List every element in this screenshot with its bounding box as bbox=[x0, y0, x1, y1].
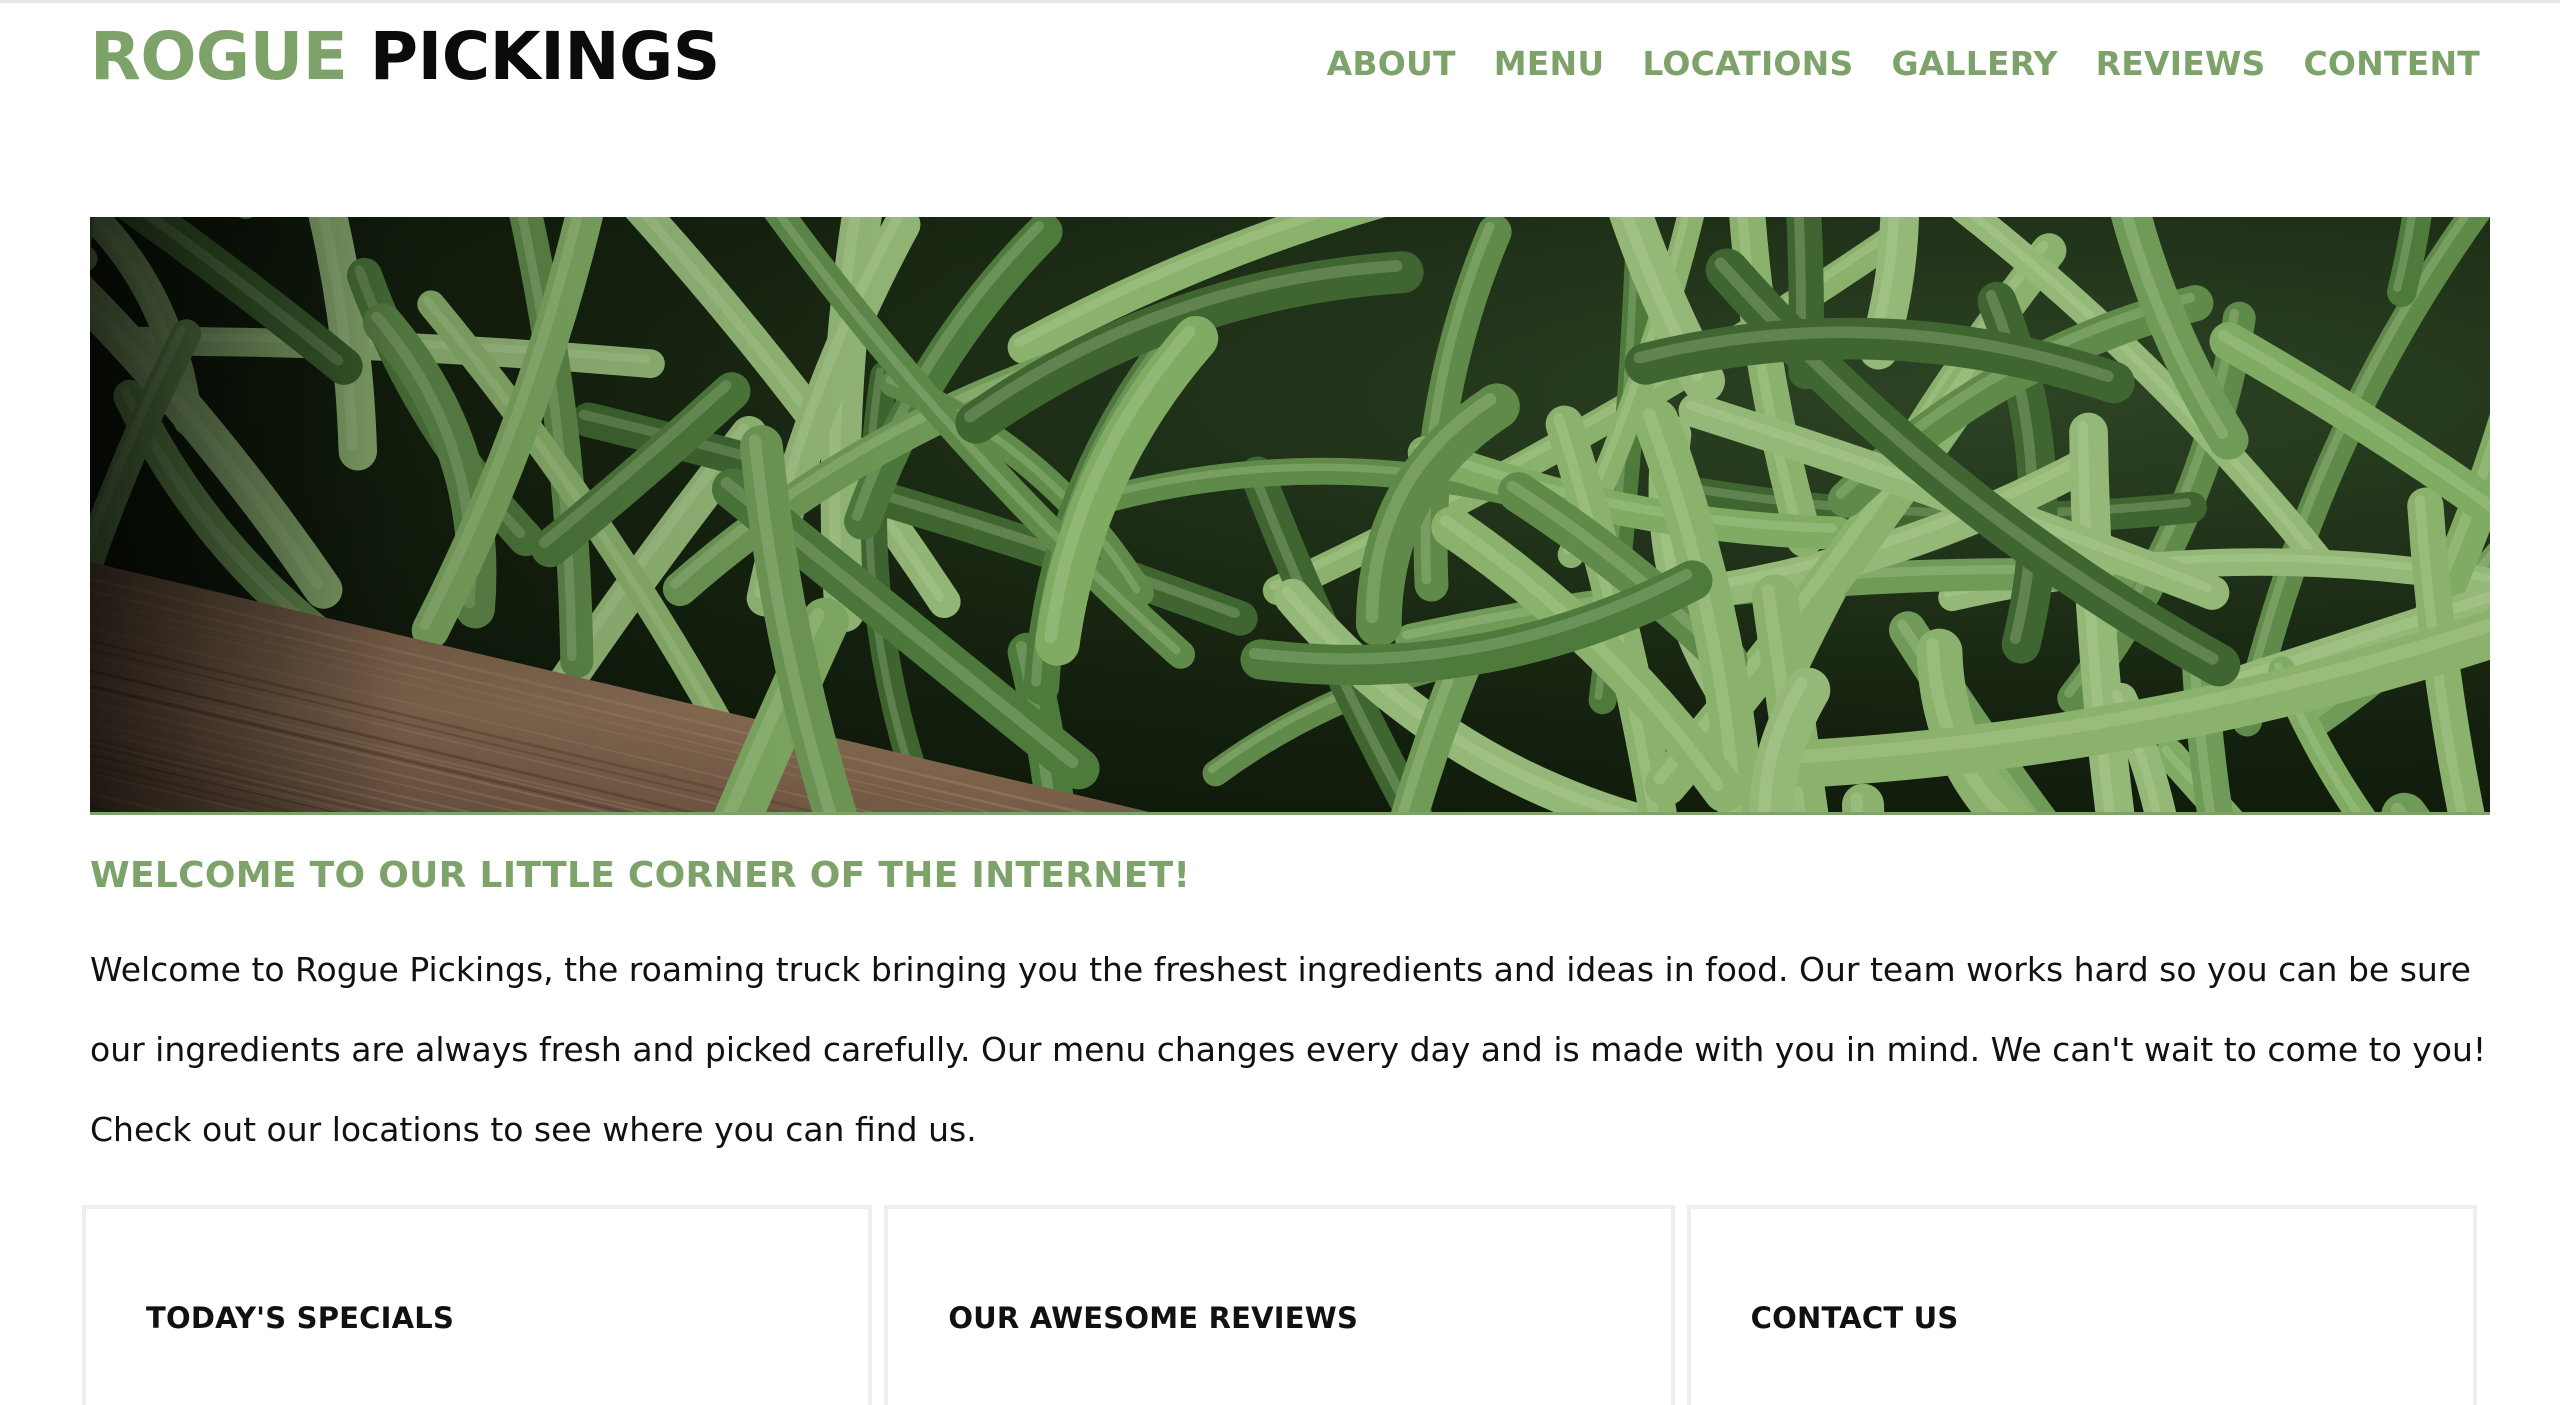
nav-reviews[interactable]: REVIEWS bbox=[2096, 44, 2266, 83]
site-header: ROGUE PICKINGS ABOUT MENU LOCATIONS GALL… bbox=[0, 0, 2560, 140]
card-title-specials: TODAY'S SPECIALS bbox=[146, 1301, 455, 1335]
green-beans-photo bbox=[90, 217, 2490, 812]
card-contact: CONTACT US bbox=[1686, 1205, 2477, 1405]
nav-menu[interactable]: MENU bbox=[1494, 44, 1605, 83]
brand-second-word: PICKINGS bbox=[369, 18, 721, 95]
vignette bbox=[90, 217, 990, 812]
nav-gallery[interactable]: GALLERY bbox=[1891, 44, 2057, 83]
info-cards: TODAY'S SPECIALS OUR AWESOME REVIEWS CON… bbox=[82, 1205, 2477, 1405]
card-title-reviews: OUR AWESOME REVIEWS bbox=[948, 1301, 1359, 1335]
nav-about[interactable]: ABOUT bbox=[1327, 44, 1456, 83]
hero-image bbox=[90, 217, 2490, 815]
welcome-heading: WELCOME TO OUR LITTLE CORNER OF THE INTE… bbox=[90, 855, 1191, 896]
brand-first-word: ROGUE bbox=[90, 18, 348, 95]
card-reviews: OUR AWESOME REVIEWS bbox=[884, 1205, 1675, 1405]
main-nav: ABOUT MENU LOCATIONS GALLERY REVIEWS CON… bbox=[1327, 44, 2480, 83]
card-title-contact: CONTACT US bbox=[1750, 1301, 1959, 1335]
nav-content[interactable]: CONTENT bbox=[2304, 44, 2480, 83]
welcome-text: Welcome to Rogue Pickings, the roaming t… bbox=[90, 950, 2487, 1149]
site-logo[interactable]: ROGUE PICKINGS bbox=[90, 18, 720, 95]
card-specials: TODAY'S SPECIALS bbox=[82, 1205, 873, 1405]
nav-locations[interactable]: LOCATIONS bbox=[1642, 44, 1853, 83]
